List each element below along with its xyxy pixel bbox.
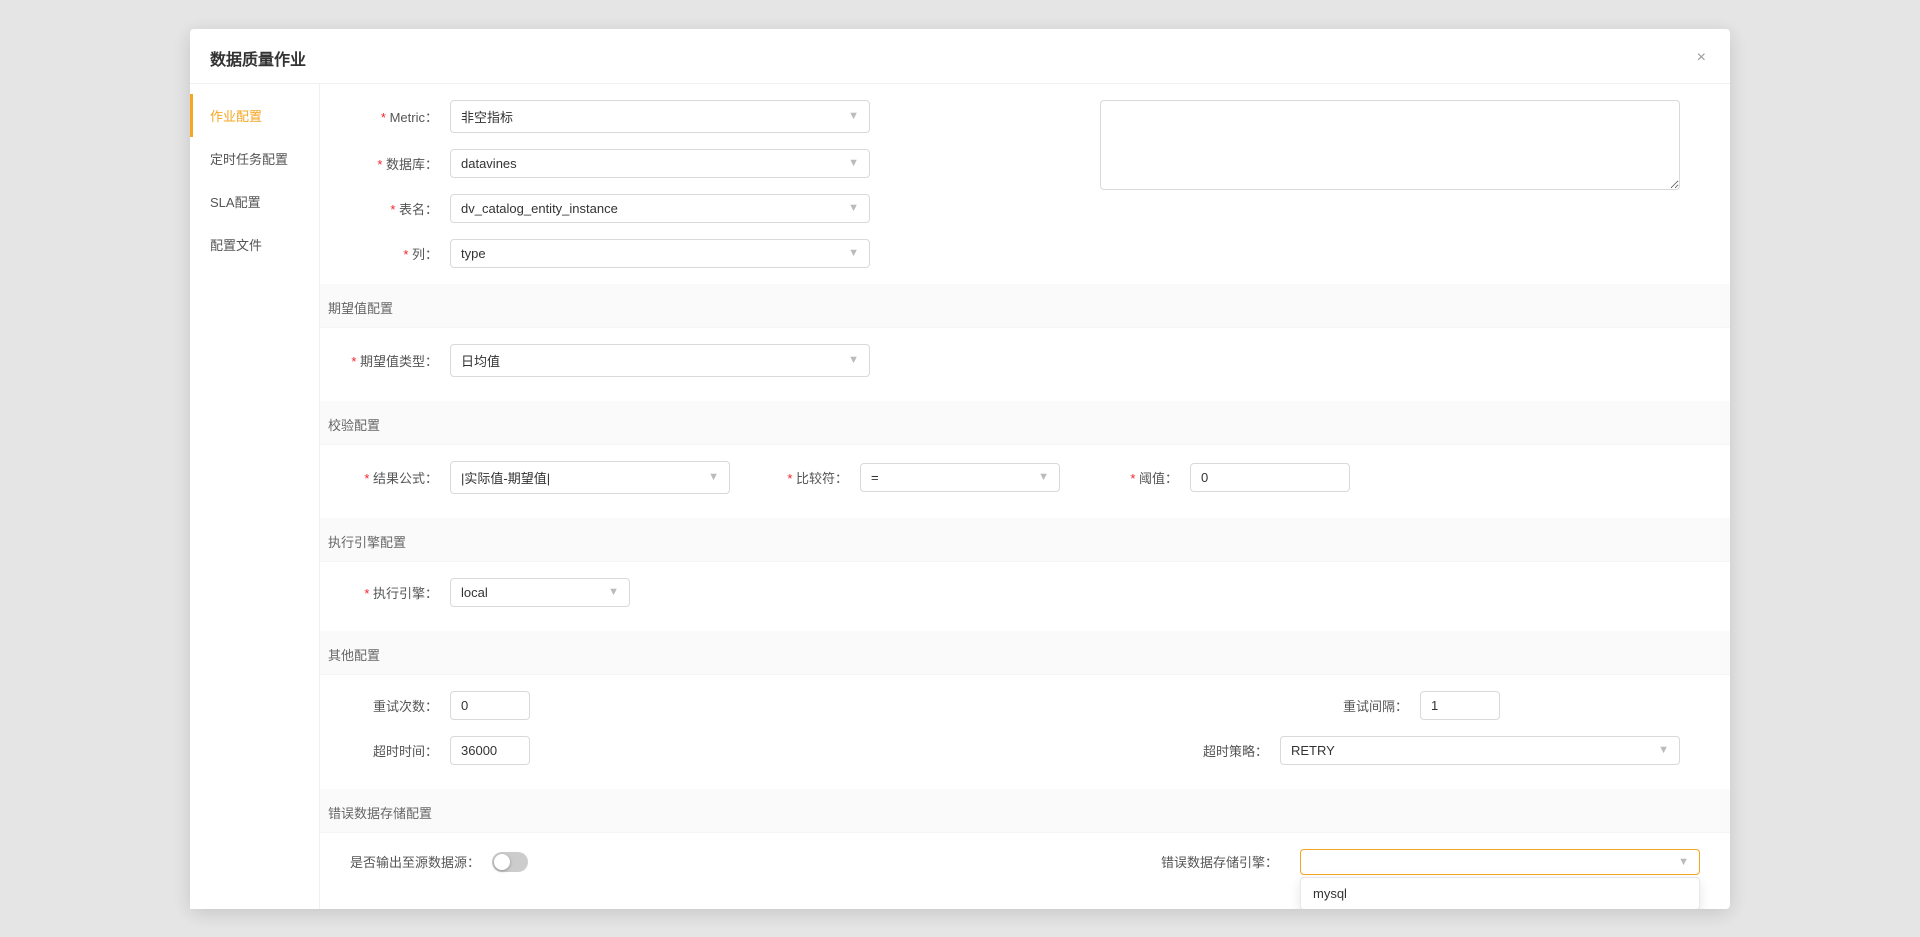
metric-config-col: * Metric： 非空指标 ▼ * 数据库：	[350, 84, 1100, 284]
validation-header: 校验配置	[320, 401, 1730, 445]
execution-header: 执行引擎配置	[320, 518, 1730, 562]
expected-type-label: * 期望值类型：	[350, 351, 450, 370]
output-source-toggle[interactable]	[492, 852, 528, 872]
result-formula-select[interactable]: |实际值-期望值| ▼	[450, 461, 730, 494]
expected-type-select[interactable]: 日均值 ▼	[450, 344, 870, 377]
timeout-label: 超时时间：	[350, 741, 450, 760]
retry-count-input[interactable]	[450, 691, 530, 720]
threshold-label: * 阈值：	[1090, 468, 1190, 487]
error-storage-engine-label: 错误数据存储引擎：	[1161, 852, 1290, 871]
metric-label: * Metric：	[350, 107, 450, 126]
chevron-down-icon: ▼	[848, 202, 859, 214]
close-button[interactable]: ×	[1693, 45, 1710, 71]
timeout-input[interactable]	[450, 736, 530, 765]
table-label: * 表名：	[350, 199, 450, 218]
top-section: * Metric： 非空指标 ▼ * 数据库：	[350, 84, 1700, 284]
retry-count-label: 重试次数：	[350, 696, 450, 715]
chevron-down-icon: ▼	[1658, 744, 1669, 756]
database-label: * 数据库：	[350, 154, 450, 173]
sidebar-item-schedule-config[interactable]: 定时任务配置	[190, 137, 319, 180]
chevron-down-icon: ▼	[848, 157, 859, 169]
chevron-down-icon: ▼	[1038, 471, 1049, 483]
chevron-down-icon: ▼	[848, 354, 859, 366]
expected-type-row: * 期望值类型： 日均值 ▼	[350, 344, 1700, 377]
retry-interval-input[interactable]	[1420, 691, 1500, 720]
executor-label: * 执行引擎：	[350, 583, 450, 602]
threshold-input[interactable]	[1190, 463, 1350, 492]
modal-header: 数据质量作业 ×	[190, 29, 1730, 84]
column-label: * 列：	[350, 244, 450, 263]
sidebar: 作业配置 定时任务配置 SLA配置 配置文件	[190, 84, 320, 909]
modal-body: 作业配置 定时任务配置 SLA配置 配置文件	[190, 84, 1730, 909]
column-select[interactable]: type ▼	[450, 239, 870, 268]
error-storage-row: 是否输出至源数据源： 错误数据存储引擎：	[350, 849, 1700, 875]
content-area: * Metric： 非空指标 ▼ * 数据库：	[320, 84, 1730, 909]
retry-row: 重试次数： 重试间隔：	[350, 691, 1700, 720]
column-row: * 列： type ▼	[350, 239, 1100, 268]
other-config-section: 其他配置 重试次数： 重试间隔：	[350, 631, 1700, 765]
modal-title: 数据质量作业	[210, 46, 306, 70]
chevron-down-icon: ▼	[848, 110, 859, 122]
chevron-down-icon: ▼	[848, 247, 859, 259]
error-engine-group: 错误数据存储引擎： ▼ mysql	[1161, 849, 1700, 875]
retry-interval-label: 重试间隔：	[1320, 696, 1420, 715]
table-select[interactable]: dv_catalog_entity_instance ▼	[450, 194, 870, 223]
dropdown-item-mysql[interactable]: mysql	[1301, 878, 1699, 909]
chevron-down-icon: ▼	[608, 586, 619, 598]
validation-section: 校验配置 * 结果公式： |实际值-期望值| ▼ * 比较符：	[350, 401, 1700, 494]
result-formula-label: * 结果公式：	[350, 468, 450, 487]
error-engine-dropdown: mysql	[1300, 877, 1700, 909]
executor-row: * 执行引擎： local ▼	[350, 578, 1700, 607]
modal-overlay: 数据质量作业 × 作业配置 定时任务配置 SLA配置 配置文件	[0, 0, 1920, 937]
comparator-label: * 比较符：	[760, 468, 860, 487]
sidebar-item-sla-config[interactable]: SLA配置	[190, 180, 319, 223]
other-config-header: 其他配置	[320, 631, 1730, 675]
validation-row: * 结果公式： |实际值-期望值| ▼ * 比较符： = ▼	[350, 461, 1700, 494]
metric-select[interactable]: 非空指标 ▼	[450, 100, 870, 133]
sidebar-item-job-config[interactable]: 作业配置	[190, 94, 319, 137]
error-engine-select-wrap: ▼ mysql	[1300, 849, 1700, 875]
toggle-knob	[494, 854, 510, 870]
expected-value-section: 期望值配置 * 期望值类型： 日均值 ▼	[350, 284, 1700, 377]
error-storage-engine-select[interactable]: ▼	[1300, 849, 1700, 875]
output-source-group: 是否输出至源数据源：	[350, 852, 1161, 872]
modal: 数据质量作业 × 作业配置 定时任务配置 SLA配置 配置文件	[190, 29, 1730, 909]
database-row: * 数据库： datavines ▼	[350, 149, 1100, 178]
timeout-strategy-label: 超时策略：	[1180, 741, 1280, 760]
timeout-strategy-select[interactable]: RETRY ▼	[1280, 736, 1680, 765]
textarea-col	[1100, 84, 1700, 284]
timeout-row: 超时时间： 超时策略： RETRY ▼	[350, 736, 1700, 765]
chevron-down-icon: ▼	[1678, 856, 1689, 868]
executor-select[interactable]: local ▼	[450, 578, 630, 607]
description-textarea[interactable]	[1100, 100, 1680, 190]
table-row: * 表名： dv_catalog_entity_instance ▼	[350, 194, 1100, 223]
execution-section: 执行引擎配置 * 执行引擎： local ▼	[350, 518, 1700, 607]
error-storage-section: 错误数据存储配置 是否输出至源数据源：	[350, 789, 1700, 875]
database-select[interactable]: datavines ▼	[450, 149, 870, 178]
metric-row: * Metric： 非空指标 ▼	[350, 100, 1100, 133]
sidebar-item-config-file[interactable]: 配置文件	[190, 223, 319, 266]
error-storage-header: 错误数据存储配置	[320, 789, 1730, 833]
comparator-select[interactable]: = ▼	[860, 463, 1060, 492]
expected-value-header: 期望值配置	[320, 284, 1730, 328]
output-source-label: 是否输出至源数据源：	[350, 852, 492, 871]
chevron-down-icon: ▼	[708, 471, 719, 483]
